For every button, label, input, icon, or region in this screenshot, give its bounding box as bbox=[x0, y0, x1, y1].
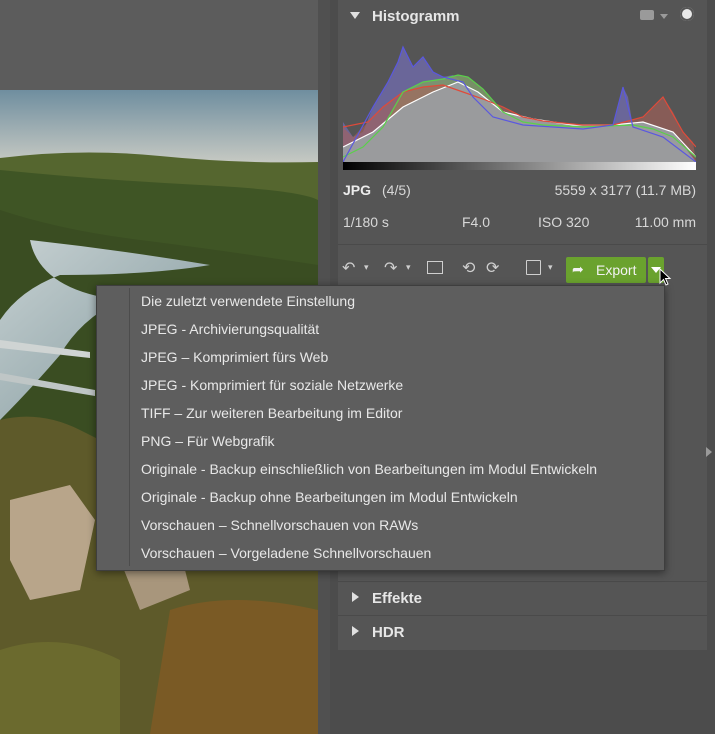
menu-item-jpeg-social[interactable]: JPEG - Komprimiert für soziale Netzwerke bbox=[141, 373, 403, 397]
aperture: F4.0 bbox=[462, 214, 491, 230]
redo-icon[interactable]: ↷ bbox=[384, 258, 397, 278]
menu-item-raw-previews[interactable]: Vorschauen – Schnellvorschauen von RAWs bbox=[141, 513, 418, 537]
file-index: (4/5) bbox=[382, 182, 411, 198]
export-label: Export bbox=[596, 262, 637, 278]
expand-triangle-icon bbox=[352, 592, 359, 602]
section-hdr[interactable]: HDR bbox=[338, 616, 707, 649]
redo-dropdown-icon[interactable]: ▾ bbox=[406, 262, 411, 273]
camera-icon[interactable] bbox=[640, 10, 654, 20]
menu-item-originals-with-edits[interactable]: Originale - Backup einschließlich von Be… bbox=[141, 457, 597, 481]
menu-gutter bbox=[129, 288, 130, 566]
undo-icon[interactable]: ↶ bbox=[342, 258, 355, 278]
section-effekte[interactable]: Effekte bbox=[338, 582, 707, 615]
gear-icon[interactable] bbox=[680, 7, 694, 21]
format-label: JPG bbox=[343, 182, 372, 198]
rotate-right-icon[interactable]: ⟳ bbox=[486, 258, 499, 278]
rotate-left-icon[interactable]: ⟲ bbox=[462, 258, 475, 278]
menu-item-preloaded-previews[interactable]: Vorschauen – Vorgeladene Schnellvorschau… bbox=[141, 541, 431, 565]
menu-item-tiff-editor[interactable]: TIFF – Zur weiteren Bearbeitung im Edito… bbox=[141, 401, 402, 425]
menu-item-jpeg-web[interactable]: JPEG – Komprimiert fürs Web bbox=[141, 345, 328, 369]
section-hdr-title: HDR bbox=[372, 624, 405, 641]
save-icon[interactable] bbox=[526, 260, 541, 275]
menu-item-last-used[interactable]: Die zuletzt verwendete Einstellung bbox=[141, 289, 355, 313]
panel-collapse-arrow-icon[interactable] bbox=[706, 447, 712, 457]
expand-triangle-icon bbox=[352, 626, 359, 636]
section-effekte-title: Effekte bbox=[372, 590, 423, 607]
export-button[interactable]: ➦ Export bbox=[566, 257, 646, 283]
export-icon: ➦ bbox=[572, 261, 584, 277]
menu-item-jpeg-archive[interactable]: JPEG - Archivierungsqualität bbox=[141, 317, 319, 341]
menu-item-png-web[interactable]: PNG – Für Webgrafik bbox=[141, 429, 275, 453]
file-format: JPG bbox=[343, 182, 371, 198]
histogram-graph bbox=[343, 37, 696, 172]
iso: ISO 320 bbox=[538, 214, 590, 230]
undo-dropdown-icon[interactable]: ▾ bbox=[364, 262, 369, 273]
save-dropdown-icon[interactable]: ▾ bbox=[548, 262, 553, 273]
histogram-header[interactable]: Histogramm bbox=[338, 0, 707, 33]
histogram-title: Histogramm bbox=[372, 8, 460, 25]
image-icon[interactable] bbox=[427, 261, 443, 274]
chevron-down-icon[interactable] bbox=[660, 14, 668, 19]
menu-item-originals-without-edits[interactable]: Originale - Backup ohne Bearbeitungen im… bbox=[141, 485, 518, 509]
file-dimensions: 5559 x 3177 (11.7 MB) bbox=[554, 182, 696, 198]
divider bbox=[338, 244, 707, 245]
shutter-speed: 1/180 s bbox=[343, 214, 389, 230]
export-menu: Die zuletzt verwendete Einstellung JPEG … bbox=[96, 285, 665, 571]
focal-length: 11.00 mm bbox=[634, 214, 696, 230]
collapse-triangle-icon[interactable] bbox=[350, 12, 360, 19]
